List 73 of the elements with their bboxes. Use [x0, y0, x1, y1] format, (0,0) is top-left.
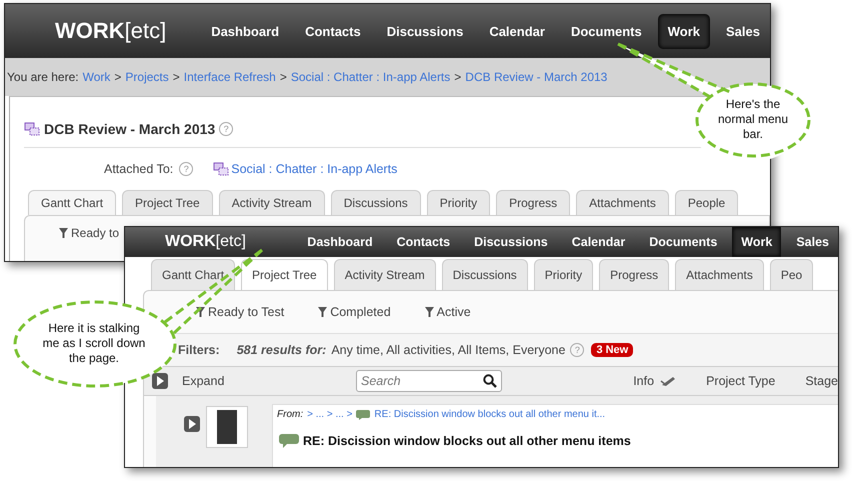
- menu-item[interactable]: Documents: [640, 227, 726, 257]
- menu-item[interactable]: Calendar: [479, 14, 555, 48]
- breadcrumb-separator: >: [280, 70, 287, 84]
- tab[interactable]: People: [674, 190, 738, 215]
- menu-item[interactable]: Sales: [787, 227, 838, 257]
- filter-icon: [59, 228, 68, 238]
- tab[interactable]: Gantt Chart: [151, 259, 236, 290]
- menu-item[interactable]: Documents: [560, 14, 652, 48]
- tab[interactable]: Discussions: [442, 259, 528, 290]
- menu-item[interactable]: Work: [658, 14, 710, 48]
- tab[interactable]: Activity Stream: [218, 190, 325, 215]
- photo-placeholder: [217, 410, 237, 444]
- page-title: DCB Review - March 2013: [44, 121, 216, 137]
- breadcrumb-label: You are here:: [7, 70, 79, 84]
- results-count: 581 results for:: [236, 343, 326, 357]
- callout-text: Here's the normal menu bar.: [716, 97, 790, 142]
- breadcrumb-separator: >: [454, 70, 462, 84]
- menu-item[interactable]: Sales: [716, 14, 770, 48]
- subject-link[interactable]: RE: Discission window blocks out all other menu it...: [374, 409, 606, 420]
- chat-icon: [356, 410, 370, 420]
- logo: WORK[etc]: [165, 233, 247, 251]
- tab[interactable]: Project Tree: [122, 190, 213, 215]
- tab[interactable]: Discussions: [330, 190, 421, 215]
- search-icon[interactable]: [483, 374, 497, 388]
- tab[interactable]: Gantt Chart: [28, 190, 116, 215]
- tab[interactable]: Peo: [770, 259, 814, 290]
- play-icon: [188, 419, 196, 429]
- tab[interactable]: Attachments: [576, 190, 669, 215]
- filters-label: Filters:: [178, 343, 220, 357]
- tab[interactable]: Priority: [426, 190, 490, 215]
- logo: WORK[etc]: [55, 18, 168, 44]
- tab[interactable]: Progress: [496, 190, 570, 215]
- filter-link[interactable]: Ready to Test: [196, 305, 284, 319]
- expand-label[interactable]: Expand: [182, 374, 356, 388]
- breadcrumb-separator: >: [172, 70, 180, 84]
- tab[interactable]: Priority: [534, 259, 594, 290]
- expand-button[interactable]: [152, 373, 168, 389]
- column-header[interactable]: Stage: [805, 374, 838, 388]
- menu-item[interactable]: Contacts: [388, 227, 460, 257]
- callout-text: Here it is stalking me as I scroll down the page.: [42, 321, 146, 366]
- menu-item[interactable]: Calendar: [562, 227, 634, 257]
- filter-link[interactable]: Active: [424, 305, 471, 319]
- expand-button[interactable]: [184, 416, 200, 432]
- tab[interactable]: Attachments: [675, 259, 764, 290]
- menu-item[interactable]: Contacts: [295, 14, 371, 48]
- chat-icon: [279, 434, 299, 448]
- filter-link[interactable]: Completed: [318, 305, 391, 319]
- project-icon: [24, 122, 40, 136]
- menu-item[interactable]: Dashboard: [298, 227, 382, 257]
- play-icon: [156, 376, 164, 386]
- menu-item[interactable]: Dashboard: [201, 14, 290, 48]
- message-title: RE: Discission window blocks out all other menu items: [303, 434, 631, 448]
- filter-link[interactable]: Ready to: [59, 226, 120, 240]
- attached-link[interactable]: Social : Chatter : In-app Alerts: [231, 162, 398, 176]
- tab[interactable]: Project Tree: [241, 259, 328, 290]
- filter-icon: [196, 307, 205, 317]
- breadcrumb-separator: >: [114, 70, 122, 84]
- path-link[interactable]: > ... > ... >: [307, 409, 352, 420]
- search-field[interactable]: Search: [356, 370, 502, 392]
- filter-icon: [424, 307, 434, 317]
- project-icon: [213, 162, 230, 176]
- tab[interactable]: Progress: [599, 259, 670, 290]
- menu-item[interactable]: Discussions: [376, 14, 474, 48]
- filter-icon: [318, 307, 328, 317]
- attached-label: Attached To:: [104, 162, 174, 176]
- new-badge: 3 New: [591, 343, 634, 357]
- tab[interactable]: Activity Stream: [334, 259, 436, 290]
- from-label: From:: [277, 409, 304, 420]
- menu-item[interactable]: Discussions: [465, 227, 557, 257]
- column-header[interactable]: Info: [633, 374, 654, 388]
- menu-item[interactable]: Work: [732, 227, 782, 257]
- filter-criteria: Any time, All activities, All Items, Everyone: [331, 343, 566, 357]
- column-header[interactable]: Project Type: [706, 374, 776, 388]
